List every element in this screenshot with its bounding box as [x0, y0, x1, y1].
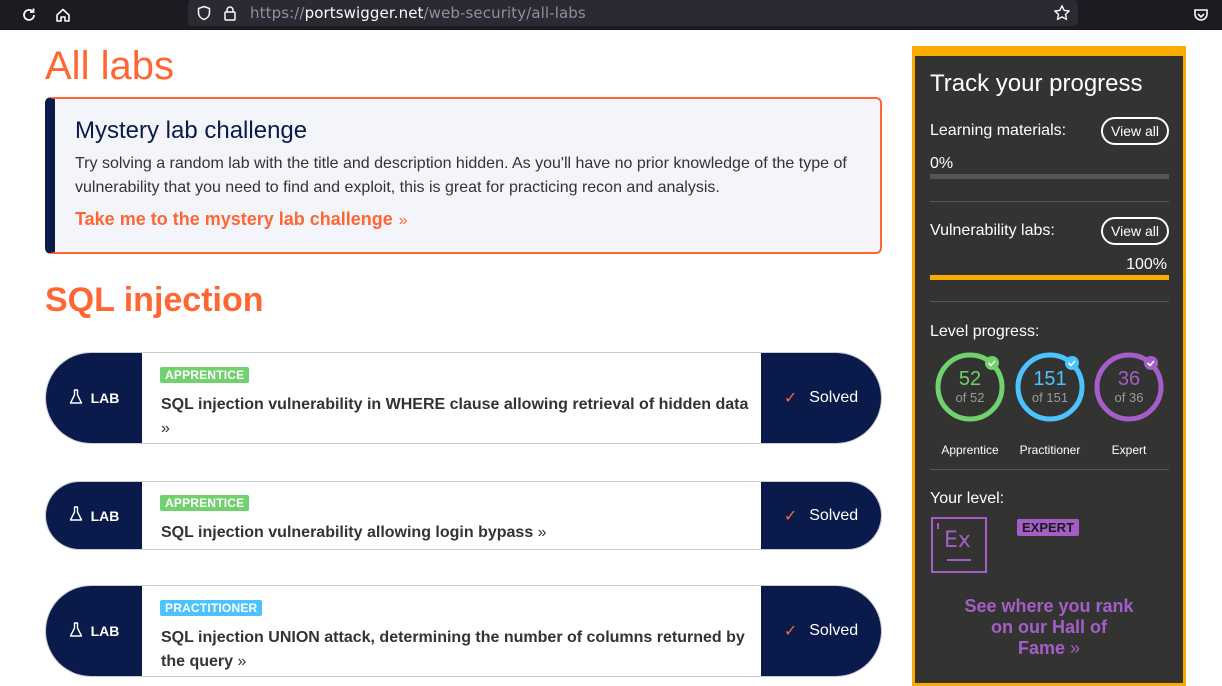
level-progress-label: Level progress: [930, 323, 1040, 340]
lab-pill-label: LAB [90, 507, 120, 524]
lab-title-text: SQL injection vulnerability in WHERE cla… [161, 396, 749, 413]
expert-total: of 36 [1114, 390, 1144, 405]
solved-label: Solved [809, 389, 859, 406]
flask-icon [69, 506, 83, 525]
mystery-lab-card: Mystery lab challenge Try solving a rand… [45, 97, 882, 254]
vulnerability-progress-value: 100% [1126, 256, 1167, 273]
expert-level-icon: Ex [931, 517, 987, 573]
double-chevron-icon: » [161, 420, 170, 437]
lab-pill: LAB [46, 482, 142, 549]
solved-status: ✓ Solved [761, 482, 881, 549]
double-chevron-icon: » [398, 212, 408, 229]
learning-materials-label: Learning materials: [930, 122, 1067, 139]
check-icon: ✓ [783, 507, 798, 525]
hall-of-fame-link[interactable]: See where you rank on our Hall of Fame » [915, 596, 1183, 659]
lab-title[interactable]: SQL injection vulnerability allowing log… [161, 521, 761, 545]
double-chevron-icon: » [1070, 638, 1081, 658]
level-icon-mark [937, 523, 939, 529]
solved-status: ✓ Solved [761, 586, 881, 676]
hall-of-fame-line: on our Hall of [991, 617, 1107, 637]
lab-pill-label: LAB [90, 623, 120, 639]
vulnerability-progress-bar [930, 275, 1169, 280]
apprentice-count: 52 [958, 368, 982, 390]
shield-icon[interactable] [194, 3, 214, 23]
learning-progress-bar [930, 174, 1169, 179]
hall-of-fame-line: See where you rank [964, 596, 1134, 616]
url-prefix: https:// [250, 4, 305, 22]
solved-label: Solved [809, 622, 859, 639]
expert-badge: EXPERT [1017, 519, 1080, 536]
learning-progress-value: 0% [930, 155, 954, 172]
lab-title[interactable]: SQL injection UNION attack, determining … [161, 626, 771, 674]
solved-status: ✓ Solved [761, 353, 881, 443]
vulnerability-view-all-button[interactable]: View all [1101, 217, 1169, 245]
pocket-icon[interactable] [1190, 4, 1212, 26]
sidebar-title: Track your progress [930, 70, 1143, 97]
divider [930, 201, 1169, 202]
browser-toolbar: https://portswigger.net/web-security/all… [0, 0, 1222, 30]
flask-icon [69, 388, 83, 408]
expert-label: Expert [1111, 443, 1147, 457]
level-icon-underline [947, 559, 971, 561]
lab-title[interactable]: SQL injection vulnerability in WHERE cla… [161, 393, 761, 441]
lab-row[interactable]: LAB APPRENTICE SQL injection vulnerabili… [45, 481, 882, 550]
practitioner-total: of 151 [1031, 390, 1069, 405]
lock-icon[interactable] [220, 3, 240, 23]
expert-ring: 36 of 36 [1093, 351, 1165, 423]
apprentice-label: Apprentice [941, 443, 999, 457]
double-chevron-icon: » [237, 653, 247, 670]
address-bar[interactable]: https://portswigger.net/web-security/all… [188, 0, 1078, 26]
check-icon: ✓ [783, 390, 798, 407]
mystery-challenge-link[interactable]: Take me to the mystery lab challenge » [75, 209, 408, 230]
practitioner-ring: 151 of 151 [1014, 351, 1086, 423]
divider [930, 469, 1169, 470]
flask-icon [69, 621, 83, 641]
mystery-description: Try solving a random lab with the title … [75, 155, 847, 196]
section-title: SQL injection [45, 281, 264, 319]
level-badge: APPRENTICE [160, 367, 250, 383]
vulnerability-labs-label: Vulnerability labs: [930, 222, 1055, 239]
url-host: portswigger.net [304, 4, 424, 22]
apprentice-total: of 52 [955, 390, 985, 405]
level-icon-text: Ex [944, 528, 971, 553]
lab-pill: LAB [46, 586, 142, 676]
lab-pill: LAB [46, 353, 142, 443]
level-badge: PRACTITIONER [160, 600, 263, 616]
lab-pill-label: LAB [90, 390, 120, 406]
mystery-title: Mystery lab challenge [75, 117, 308, 144]
practitioner-count: 151 [1033, 368, 1067, 390]
practitioner-label: Practitioner [1019, 443, 1081, 457]
lab-title-text: SQL injection UNION attack, determining … [161, 629, 745, 670]
lab-row[interactable]: LAB PRACTITIONER SQL injection UNION att… [45, 585, 882, 677]
expert-count: 36 [1117, 368, 1141, 390]
page-title: All labs [45, 44, 174, 88]
apprentice-ring: 52 of 52 [934, 351, 1006, 423]
learning-view-all-button[interactable]: View all [1101, 117, 1169, 145]
solved-label: Solved [809, 506, 859, 524]
reload-icon[interactable] [18, 4, 40, 26]
url-text: https://portswigger.net/web-security/all… [250, 4, 586, 22]
bookmark-star-icon[interactable] [1052, 3, 1072, 23]
hall-of-fame-line: Fame [1017, 638, 1065, 658]
url-path: /web-security/all-labs [423, 4, 586, 22]
mystery-link-label: Take me to the mystery lab challenge [75, 209, 393, 229]
lab-row[interactable]: LAB APPRENTICE SQL injection vulnerabili… [45, 352, 882, 444]
lab-title-text: SQL injection vulnerability allowing log… [161, 524, 534, 541]
vulnerability-progress-fill [930, 275, 1169, 280]
divider [930, 301, 1169, 302]
home-icon[interactable] [52, 4, 74, 26]
progress-sidebar: Track your progress Learning materials: … [912, 46, 1186, 686]
check-icon: ✓ [783, 623, 798, 640]
level-badge: APPRENTICE [160, 495, 250, 511]
your-level-label: Your level: [930, 490, 1005, 507]
double-chevron-icon: » [537, 524, 547, 541]
